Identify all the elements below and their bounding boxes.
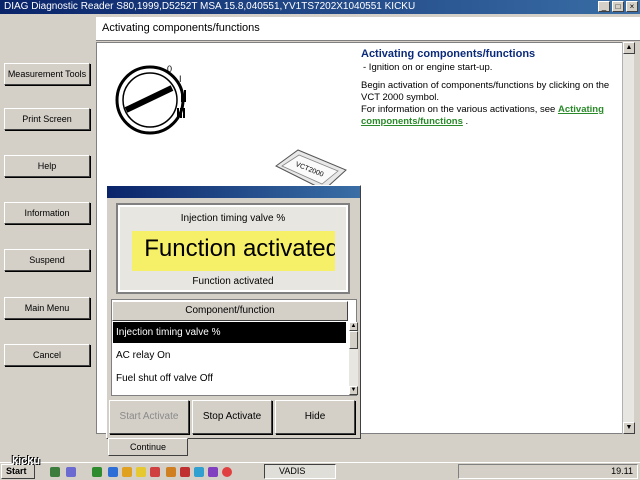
taskbar-task-vadis[interactable]: VADIS bbox=[264, 464, 336, 479]
system-tray: 19.11 bbox=[458, 464, 638, 479]
clock[interactable]: 19.11 bbox=[611, 466, 633, 476]
list-scroll-thumb[interactable] bbox=[349, 331, 358, 349]
list-item[interactable]: Injection timing valve % bbox=[113, 322, 346, 343]
print-screen-button[interactable]: Print Screen bbox=[4, 108, 90, 130]
maximize-button[interactable]: □ bbox=[612, 1, 624, 12]
main-menu-button[interactable]: Main Menu bbox=[4, 297, 90, 319]
window-title: DIAG Diagnostic Reader S80,1999,D5252T M… bbox=[4, 1, 416, 12]
stop-activate-button[interactable]: Stop Activate bbox=[192, 400, 272, 434]
info-para2-prefix: For information on the various activatio… bbox=[361, 104, 558, 115]
minimize-button[interactable]: _ bbox=[598, 1, 610, 12]
quicklaunch-icon[interactable] bbox=[136, 467, 146, 477]
activation-status-panel: Injection timing valve % Function activa… bbox=[116, 203, 350, 294]
cancel-button[interactable]: Cancel bbox=[4, 344, 90, 366]
activation-status-text: Function activated bbox=[192, 276, 274, 287]
list-scroll-up-icon[interactable]: ▲ bbox=[349, 322, 358, 331]
svg-text:0: 0 bbox=[167, 64, 172, 74]
quicklaunch-icon[interactable] bbox=[108, 467, 118, 477]
list-item[interactable]: AC relay On bbox=[113, 345, 346, 366]
content-scrollbar[interactable]: ▲ ▼ bbox=[622, 42, 635, 434]
activation-banner: Function activated bbox=[132, 231, 335, 271]
start-activate-button[interactable]: Start Activate bbox=[109, 400, 189, 434]
hide-button[interactable]: Hide bbox=[275, 400, 355, 434]
scroll-up-arrow-icon[interactable]: ▲ bbox=[623, 42, 635, 54]
window-titlebar: DIAG Diagnostic Reader S80,1999,D5252T M… bbox=[0, 0, 640, 14]
scroll-down-arrow-icon[interactable]: ▼ bbox=[623, 422, 635, 434]
quicklaunch-icon[interactable] bbox=[66, 467, 76, 477]
quicklaunch-icon[interactable] bbox=[150, 467, 160, 477]
page-title: Activating components/functions bbox=[102, 22, 260, 34]
quicklaunch-icon[interactable] bbox=[50, 467, 60, 477]
ignition-key-icon: 0 I bbox=[115, 64, 186, 135]
quicklaunch-icon[interactable] bbox=[92, 467, 102, 477]
component-list-header[interactable]: Component/function bbox=[112, 301, 348, 321]
information-button[interactable]: Information bbox=[4, 202, 90, 224]
quicklaunch-icon[interactable] bbox=[166, 467, 176, 477]
info-paragraph: Begin activation of components/functions… bbox=[361, 80, 610, 103]
sidebar: Measurement Tools Print Screen Help Info… bbox=[0, 14, 96, 464]
taskbar: Start VADIS 19.11 bbox=[0, 462, 640, 480]
status-panel-inner: Injection timing valve % Function activa… bbox=[120, 207, 346, 290]
window-controls: _ □ × bbox=[598, 1, 638, 12]
info-panel: Activating components/functions - Igniti… bbox=[361, 48, 623, 128]
help-button[interactable]: Help bbox=[4, 155, 90, 177]
task-label: VADIS bbox=[279, 466, 306, 476]
suspend-button[interactable]: Suspend bbox=[4, 249, 90, 271]
info-paragraph-2: For information on the various activatio… bbox=[361, 104, 623, 128]
quicklaunch-icon[interactable] bbox=[122, 467, 132, 477]
close-button[interactable]: × bbox=[626, 1, 638, 12]
info-para2-suffix: . bbox=[462, 116, 469, 127]
info-title: Activating components/functions bbox=[361, 48, 536, 60]
svg-text:I: I bbox=[179, 74, 182, 84]
dialog-titlebar[interactable] bbox=[107, 186, 360, 198]
activation-dialog: Injection timing valve % Function activa… bbox=[106, 185, 361, 439]
info-bullet: - Ignition on or engine start-up. bbox=[363, 62, 493, 73]
quicklaunch-icon[interactable] bbox=[194, 467, 204, 477]
quicklaunch-icon[interactable] bbox=[222, 467, 232, 477]
measurement-tools-button[interactable]: Measurement Tools bbox=[4, 63, 90, 85]
screen: DIAG Diagnostic Reader S80,1999,D5252T M… bbox=[0, 0, 640, 480]
list-scroll-down-icon[interactable]: ▼ bbox=[349, 386, 358, 395]
page-header: Activating components/functions bbox=[96, 17, 640, 41]
activation-banner-text: Function activated bbox=[144, 235, 335, 262]
continue-button[interactable]: Continue bbox=[108, 438, 188, 456]
quicklaunch-icon[interactable] bbox=[208, 467, 218, 477]
quicklaunch-icon[interactable] bbox=[180, 467, 190, 477]
start-label: Start bbox=[6, 466, 27, 476]
list-item[interactable]: Fuel shut off valve Off bbox=[113, 368, 346, 389]
component-list: Component/function Injection timing valv… bbox=[111, 299, 358, 396]
component-list-scrollbar[interactable]: ▲ ▼ bbox=[349, 322, 358, 395]
overlay-watermark: kicku bbox=[12, 455, 41, 467]
active-component-label: Injection timing valve % bbox=[180, 213, 286, 224]
